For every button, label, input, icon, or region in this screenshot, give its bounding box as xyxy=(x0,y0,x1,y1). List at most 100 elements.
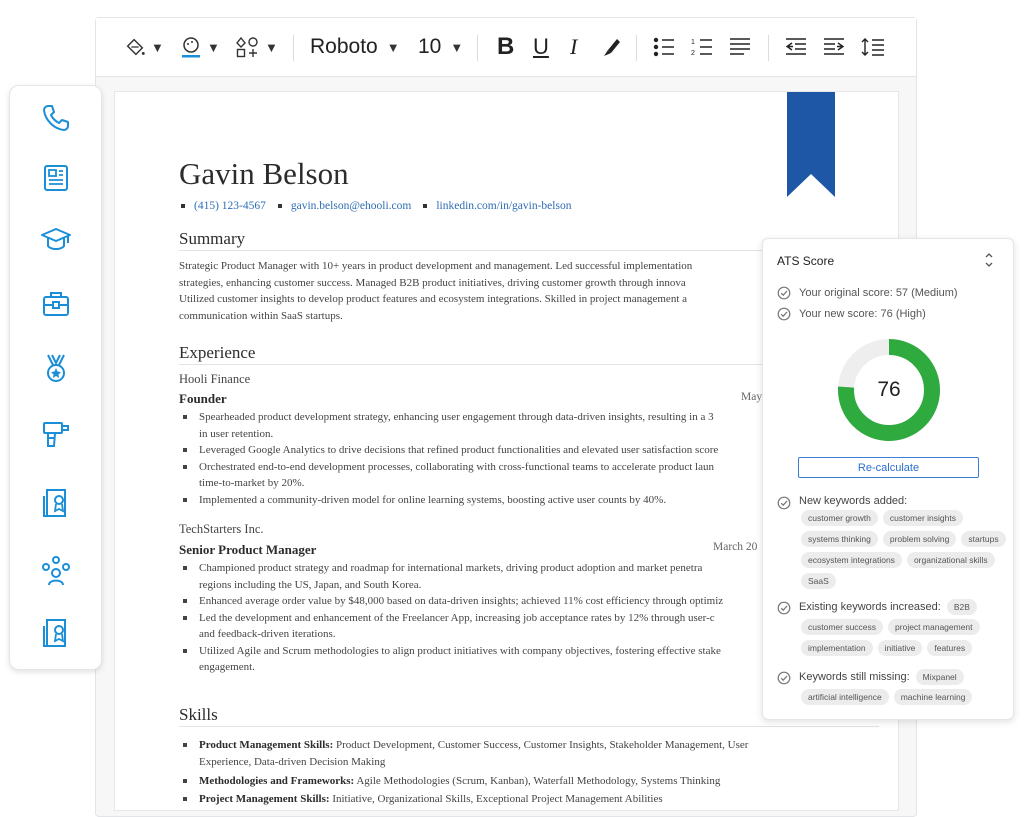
keyword-chip: implementation xyxy=(801,640,873,656)
sidebar-item-certifications[interactable] xyxy=(36,483,76,523)
collapse-icon[interactable] xyxy=(983,253,995,267)
score-value: 76 xyxy=(877,378,901,401)
underline-button[interactable]: U xyxy=(533,18,549,76)
toolbar-divider xyxy=(293,35,294,61)
increased-keywords-label: Existing keywords increased: xyxy=(799,601,941,613)
fill-color-dropdown[interactable]: ▼ xyxy=(124,18,164,76)
check-circle-icon xyxy=(777,307,791,321)
italic-button[interactable]: I xyxy=(570,18,577,76)
summary-heading: Summary xyxy=(179,229,246,248)
contact-email[interactable]: gavin.belson@ehooli.com xyxy=(291,200,411,212)
bookmark-ribbon-icon xyxy=(787,92,835,197)
insert-shape-dropdown[interactable]: ▼ xyxy=(236,18,278,76)
formatting-toolbar: ▼ ▼ ▼ Roboto ▼ 10 ▼ B U I 1 2 xyxy=(96,18,916,77)
new-keywords-heading: New keywords added: xyxy=(777,495,907,510)
font-family-value: Roboto xyxy=(310,35,378,58)
keyword-chip: organizational skills xyxy=(906,552,995,568)
caret-down-icon: ▼ xyxy=(151,39,164,55)
briefcase-icon xyxy=(43,292,69,316)
svg-text:2: 2 xyxy=(691,50,695,57)
contact-linkedin[interactable]: linkedin.com/in/gavin-belson xyxy=(436,200,571,212)
skills-heading: Skills xyxy=(179,705,218,724)
keyword-chip: customer insights xyxy=(882,510,963,526)
education-icon xyxy=(41,228,71,250)
bold-button[interactable]: B xyxy=(497,18,514,76)
new-score-line: Your new score: 76 (High) xyxy=(777,307,926,321)
job-role[interactable]: Founder xyxy=(179,391,227,407)
toolbar-divider xyxy=(477,35,478,61)
sidebar-item-references[interactable] xyxy=(36,551,76,591)
missing-keywords-chips: artificial intelligence machine learning xyxy=(801,689,1011,705)
align-left-button[interactable] xyxy=(729,18,751,76)
sidebar-item-awards[interactable] xyxy=(36,348,76,388)
numbered-list-button[interactable]: 1 2 xyxy=(691,18,713,76)
check-circle-icon xyxy=(777,671,791,684)
keyword-chip: systems thinking xyxy=(801,531,878,547)
keyword-chip: startups xyxy=(961,531,1006,547)
palette-icon xyxy=(182,37,200,58)
bold-label: B xyxy=(497,33,515,60)
check-circle-icon xyxy=(777,601,791,614)
section-divider xyxy=(179,726,879,727)
experience-heading: Experience xyxy=(179,343,256,362)
job-company[interactable]: Hooli Finance xyxy=(179,372,250,387)
italic-label: I xyxy=(570,34,578,59)
award-icon xyxy=(47,354,65,382)
missing-keywords-label: Keywords still missing: xyxy=(799,671,910,683)
caret-down-icon: ▼ xyxy=(450,39,464,55)
sidebar-item-certifications-2[interactable] xyxy=(36,613,76,653)
numbered-list-icon: 1 2 xyxy=(691,39,712,57)
keyword-chip: customer growth xyxy=(801,510,878,526)
svg-text:1: 1 xyxy=(691,39,695,46)
original-score-line: Your original score: 57 (Medium) xyxy=(777,286,958,300)
job-company[interactable]: TechStarters Inc. xyxy=(179,522,264,537)
bullet-icon xyxy=(181,204,185,208)
sidebar-item-experience[interactable] xyxy=(36,284,76,324)
keyword-chip: project management xyxy=(888,619,980,635)
phone-icon xyxy=(43,105,69,131)
sidebar-item-skills[interactable] xyxy=(36,414,76,454)
job-date[interactable]: May xyxy=(741,391,762,403)
recalculate-button[interactable]: Re-calculate xyxy=(798,457,979,478)
job-date[interactable]: March 20 xyxy=(713,541,757,553)
font-size-select[interactable]: 10 ▼ xyxy=(418,18,463,76)
outdent-button[interactable] xyxy=(785,18,807,76)
keyword-chip: B2B xyxy=(946,599,977,615)
indent-icon xyxy=(824,38,845,55)
paint-bucket-icon xyxy=(126,38,145,56)
line-spacing-button[interactable] xyxy=(861,18,885,76)
bulleted-list-button[interactable] xyxy=(653,18,675,76)
align-left-icon xyxy=(730,38,750,55)
text-color-dropdown[interactable]: ▼ xyxy=(180,18,220,76)
certificate-icon xyxy=(43,489,66,517)
certificate-icon xyxy=(43,619,66,647)
indent-button[interactable] xyxy=(823,18,845,76)
ats-score-panel: ATS Score Your original score: 57 (Mediu… xyxy=(762,238,1014,720)
keyword-chip: Mixpanel xyxy=(915,669,964,685)
toolbar-divider xyxy=(768,35,769,61)
highlighter-icon xyxy=(604,39,620,56)
contact-line: (415) 123-4567 gavin.belson@ehooli.com l… xyxy=(179,200,571,212)
keyword-chip: initiative xyxy=(877,640,923,656)
contact-phone[interactable]: (415) 123-4567 xyxy=(194,200,266,212)
keyword-chip: customer success xyxy=(801,619,884,635)
increased-keywords-heading: Existing keywords increased: B2B xyxy=(777,599,977,615)
sidebar-item-education[interactable] xyxy=(36,220,76,260)
font-size-value: 10 xyxy=(418,35,442,58)
increased-keywords-chips: customer success project management implem… xyxy=(801,619,1011,656)
job-role[interactable]: Senior Product Manager xyxy=(179,542,316,558)
highlight-button[interactable] xyxy=(600,18,622,76)
bullet-list-icon xyxy=(653,37,674,57)
sidebar-item-summary[interactable] xyxy=(36,158,76,198)
new-keywords-chips: customer growth customer insights systems … xyxy=(801,510,1011,589)
font-family-select[interactable]: Roboto ▼ xyxy=(310,18,400,76)
keyword-chip: SaaS xyxy=(801,573,836,589)
keyword-chip: machine learning xyxy=(893,689,973,705)
bullet-icon xyxy=(423,204,428,208)
resume-name[interactable]: Gavin Belson xyxy=(179,156,349,192)
sidebar-item-contact[interactable] xyxy=(36,98,76,138)
keyword-chip: problem solving xyxy=(882,531,957,547)
keyword-chip: features xyxy=(927,640,973,656)
bullet-icon xyxy=(277,204,282,208)
original-score-text: Your original score: 57 (Medium) xyxy=(799,287,958,299)
